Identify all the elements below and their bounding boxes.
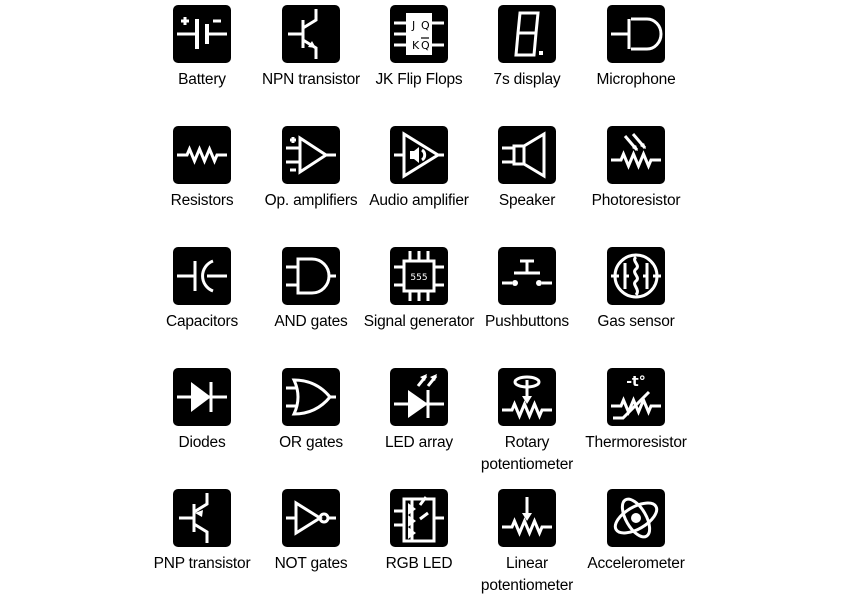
component-label: OR gates bbox=[279, 434, 343, 451]
or-gate-icon[interactable] bbox=[282, 368, 340, 426]
component-item[interactable]: Diodes bbox=[142, 368, 262, 454]
component-item[interactable]: Op. amplifiers bbox=[251, 126, 371, 212]
component-label: Audio amplifier bbox=[369, 192, 469, 209]
battery-icon[interactable] bbox=[173, 5, 231, 63]
component-item[interactable]: AND gates bbox=[251, 247, 371, 333]
npn-transistor-icon[interactable] bbox=[282, 5, 340, 63]
component-item[interactable]: Microphone bbox=[576, 5, 696, 91]
component-item[interactable]: Rotary potentiometer bbox=[467, 368, 587, 476]
component-label: Thermoresistor bbox=[585, 434, 687, 451]
svg-text:Q: Q bbox=[421, 39, 430, 52]
photoresistor-icon[interactable] bbox=[607, 126, 665, 184]
signal-generator-icon[interactable]: 555 bbox=[390, 247, 448, 305]
component-label: Op. amplifiers bbox=[264, 192, 358, 209]
component-label: Signal generator bbox=[363, 313, 475, 330]
component-label: Battery bbox=[178, 71, 226, 88]
svg-text:555: 555 bbox=[410, 273, 427, 283]
component-label: PNP transistor bbox=[153, 555, 251, 572]
component-label: 7s display bbox=[493, 71, 561, 88]
component-item[interactable]: LED array bbox=[359, 368, 479, 454]
component-label: Photoresistor bbox=[591, 192, 681, 209]
pushbutton-icon[interactable] bbox=[498, 247, 556, 305]
thermoresistor-icon[interactable]: -t° bbox=[607, 368, 665, 426]
component-label: Linear potentiometer bbox=[480, 555, 574, 594]
component-item[interactable]: NOT gates bbox=[251, 489, 371, 575]
component-item[interactable]: OR gates bbox=[251, 368, 371, 454]
component-label: Rotary potentiometer bbox=[480, 434, 574, 473]
component-label: JK Flip Flops bbox=[375, 71, 463, 88]
linear-potentiometer-icon[interactable] bbox=[498, 489, 556, 547]
component-item[interactable]: J Q K Q JK Flip Flops bbox=[359, 5, 479, 91]
gas-sensor-icon[interactable] bbox=[607, 247, 665, 305]
led-icon[interactable] bbox=[390, 368, 448, 426]
component-item[interactable]: Pushbuttons bbox=[467, 247, 587, 333]
component-item[interactable]: Capacitors bbox=[142, 247, 262, 333]
component-label: Speaker bbox=[498, 192, 556, 209]
component-label: Diodes bbox=[178, 434, 226, 451]
microphone-icon[interactable] bbox=[607, 5, 665, 63]
component-item[interactable]: 555 Signal generator bbox=[359, 247, 479, 333]
component-item[interactable]: Resistors bbox=[142, 126, 262, 212]
component-item[interactable]: Gas sensor bbox=[576, 247, 696, 333]
op-amp-icon[interactable] bbox=[282, 126, 340, 184]
rotary-potentiometer-icon[interactable] bbox=[498, 368, 556, 426]
component-label: Gas sensor bbox=[597, 313, 675, 330]
speaker-icon[interactable] bbox=[498, 126, 556, 184]
component-label: AND gates bbox=[274, 313, 348, 330]
diode-icon[interactable] bbox=[173, 368, 231, 426]
component-item[interactable]: PNP transistor bbox=[142, 489, 262, 575]
component-label: NPN transistor bbox=[262, 71, 360, 88]
component-label: NOT gates bbox=[274, 555, 348, 572]
component-item[interactable]: NPN transistor bbox=[251, 5, 371, 91]
resistor-icon[interactable] bbox=[173, 126, 231, 184]
component-item[interactable]: RGB LED bbox=[359, 489, 479, 575]
capacitor-icon[interactable] bbox=[173, 247, 231, 305]
component-label: Pushbuttons bbox=[485, 313, 569, 330]
component-label: Microphone bbox=[596, 71, 676, 88]
component-item[interactable]: Photoresistor bbox=[576, 126, 696, 212]
seven-segment-display-icon[interactable] bbox=[498, 5, 556, 63]
pnp-transistor-icon[interactable] bbox=[173, 489, 231, 547]
component-item[interactable]: Speaker bbox=[467, 126, 587, 212]
svg-text:J: J bbox=[411, 19, 415, 32]
jk-flip-flop-icon[interactable]: JQKQ bbox=[390, 5, 448, 63]
component-item[interactable]: 7s display bbox=[467, 5, 587, 91]
component-item[interactable]: Linear potentiometer bbox=[467, 489, 587, 597]
component-item[interactable]: Accelerometer bbox=[576, 489, 696, 575]
rgb-led-icon[interactable] bbox=[390, 489, 448, 547]
component-item[interactable]: -t° Thermoresistor bbox=[576, 368, 696, 454]
component-item[interactable]: Audio amplifier bbox=[359, 126, 479, 212]
component-label: RGB LED bbox=[385, 555, 453, 572]
audio-amplifier-icon[interactable] bbox=[390, 126, 448, 184]
svg-text:-t°: -t° bbox=[626, 374, 646, 390]
component-item[interactable]: Battery bbox=[142, 5, 262, 91]
svg-text:Q: Q bbox=[421, 19, 430, 32]
and-gate-icon[interactable] bbox=[282, 247, 340, 305]
component-label: LED array bbox=[385, 434, 453, 451]
svg-text:K: K bbox=[412, 39, 420, 52]
accelerometer-icon[interactable] bbox=[607, 489, 665, 547]
component-label: Accelerometer bbox=[587, 555, 685, 572]
component-label: Resistors bbox=[170, 192, 234, 209]
not-gate-icon[interactable] bbox=[282, 489, 340, 547]
component-label: Capacitors bbox=[165, 313, 239, 330]
